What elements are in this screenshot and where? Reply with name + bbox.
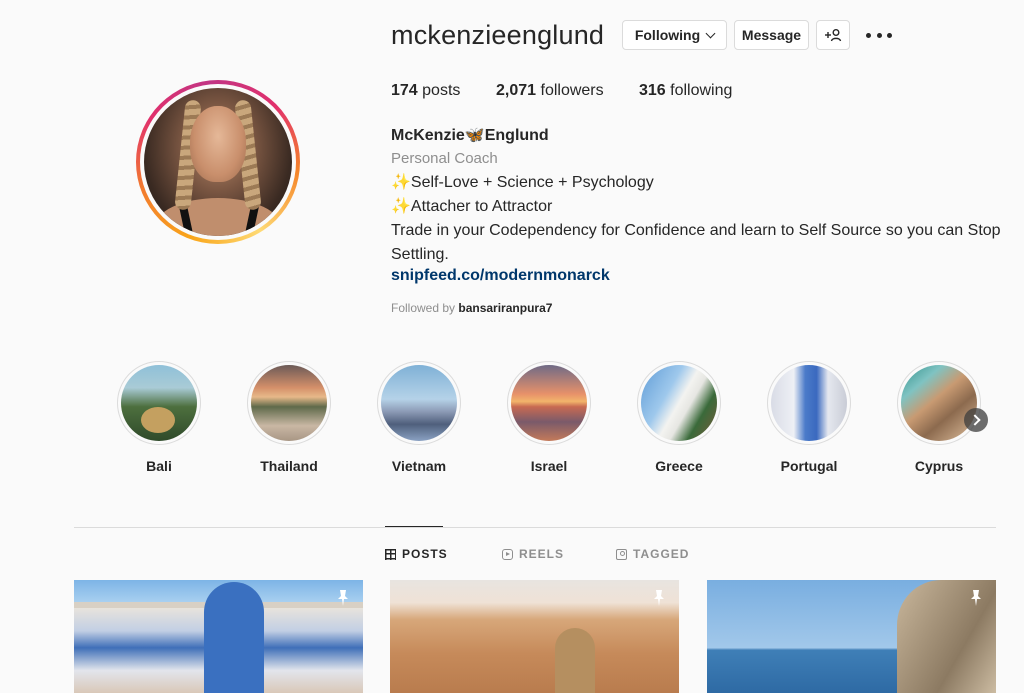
tab-reels[interactable]: REELS — [502, 547, 564, 561]
followers-count-number: 2,071 — [496, 82, 537, 99]
highlight-label: Thailand — [260, 458, 318, 474]
highlight-label: Israel — [530, 458, 568, 474]
highlight-label: Portugal — [780, 458, 838, 474]
active-tab-indicator — [385, 526, 443, 527]
highlight-label: Vietnam — [391, 458, 447, 474]
profile-full-name: McKenzie🦋Englund — [391, 127, 549, 144]
posts-count-label: posts — [417, 82, 461, 99]
highlight-greece[interactable] — [637, 361, 721, 445]
tab-posts[interactable]: POSTS — [385, 547, 448, 561]
followed-by-user: bansariranpura7 — [458, 301, 553, 315]
message-button-label: Message — [741, 27, 802, 43]
bio-link[interactable]: snipfeed.co/modernmonarck — [391, 267, 610, 285]
posts-count: 174 posts — [391, 82, 460, 100]
tagged-icon — [616, 548, 627, 560]
more-dot — [887, 32, 892, 38]
followed-by[interactable]: Followed by bansariranpura7 — [391, 301, 552, 315]
tabs-divider — [74, 527, 996, 528]
tab-tagged[interactable]: TAGGED — [616, 547, 689, 561]
pin-icon — [654, 590, 664, 606]
chevron-down-icon — [705, 28, 716, 38]
avatar-photo — [144, 88, 292, 236]
highlight-cover — [771, 365, 847, 441]
grid-icon — [385, 548, 396, 560]
post-thumbnail[interactable] — [74, 580, 363, 693]
highlight-vietnam[interactable] — [377, 361, 461, 445]
more-options-icon[interactable] — [866, 26, 892, 44]
posts-count-number: 174 — [391, 82, 418, 99]
highlight-portugal[interactable] — [767, 361, 851, 445]
arrow-glyph — [968, 414, 981, 426]
highlight-israel[interactable] — [507, 361, 591, 445]
figure-shape — [204, 582, 264, 693]
reels-icon — [502, 548, 513, 560]
following-button-label: Following — [634, 27, 701, 43]
highlight-cover — [121, 365, 197, 441]
highlight-cover — [251, 365, 327, 441]
following-count-label: following — [665, 82, 733, 99]
post-thumbnail[interactable] — [390, 580, 679, 693]
highlight-cover — [381, 365, 457, 441]
more-dot — [876, 32, 882, 38]
tab-tagged-label: TAGGED — [633, 547, 690, 561]
bio-line-1: ✨Self-Love + Science + Psychology — [391, 174, 654, 191]
chevron-right-icon[interactable] — [964, 408, 988, 432]
following-link[interactable]: 316 following — [639, 82, 732, 100]
highlight-cover — [511, 365, 587, 441]
highlight-cyprus[interactable] — [897, 361, 981, 445]
avatar-face — [190, 106, 246, 182]
bio-line-3: Trade in your Codependency for Confidenc… — [391, 222, 1001, 263]
add-person-icon — [825, 29, 842, 42]
profile-username: mckenzieenglund — [391, 20, 605, 50]
highlight-cover — [641, 365, 717, 441]
avatar-shoulders — [154, 198, 282, 236]
profile-avatar[interactable] — [136, 80, 300, 244]
pin-icon — [338, 590, 348, 606]
coconut-shape — [141, 407, 175, 433]
following-button[interactable]: Following — [622, 20, 727, 50]
suggested-accounts-button[interactable] — [816, 20, 850, 50]
figure-shape — [555, 628, 595, 693]
followed-by-prefix: Followed by — [391, 301, 459, 315]
pin-icon — [971, 590, 981, 606]
profile-category: Personal Coach — [391, 150, 498, 167]
highlight-label: Cyprus — [914, 458, 964, 474]
following-count-number: 316 — [639, 82, 666, 99]
highlight-thailand[interactable] — [247, 361, 331, 445]
highlight-bali[interactable] — [117, 361, 201, 445]
post-thumbnail[interactable] — [707, 580, 996, 693]
highlight-label: Bali — [146, 458, 172, 474]
message-button[interactable]: Message — [734, 20, 809, 50]
tab-posts-label: POSTS — [402, 547, 448, 561]
followers-link[interactable]: 2,071 followers — [496, 82, 604, 100]
more-dot — [866, 32, 871, 38]
highlight-label: Greece — [655, 458, 703, 474]
tab-reels-label: REELS — [519, 547, 565, 561]
followers-count-label: followers — [536, 82, 604, 99]
bio-line-2: ✨Attacher to Attractor — [391, 198, 553, 215]
highlight-cover — [901, 365, 977, 441]
